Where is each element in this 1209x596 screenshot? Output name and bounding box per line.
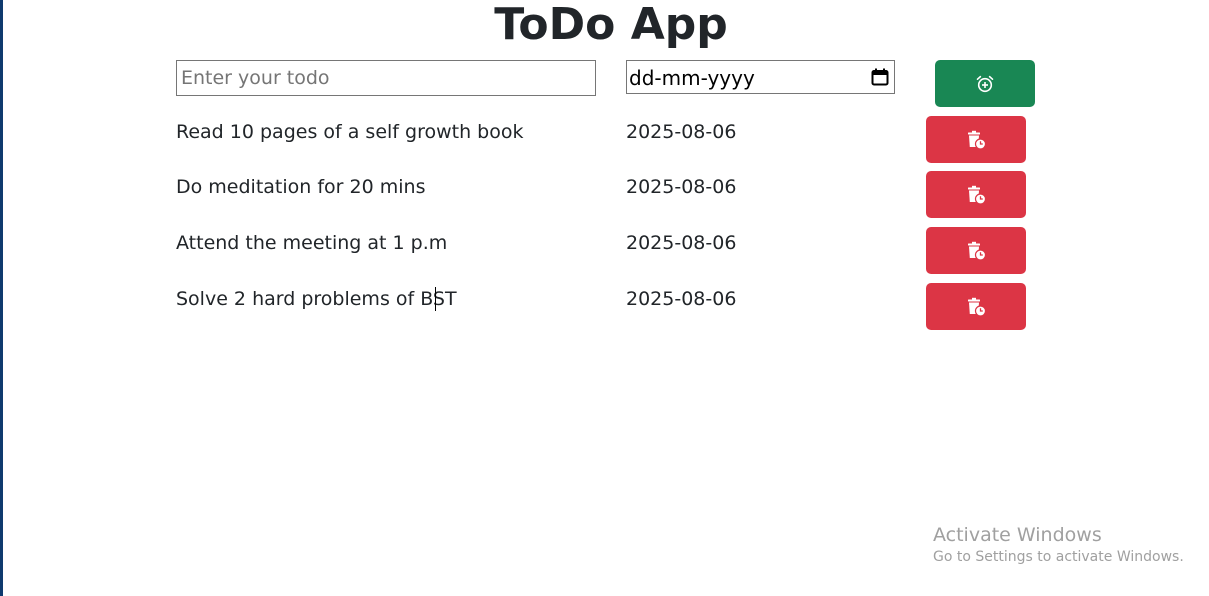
todo-name: Do meditation for 20 mins [176, 176, 426, 198]
todo-name: Read 10 pages of a self growth book [176, 121, 524, 143]
delete-todo-button[interactable] [926, 283, 1026, 330]
todo-input[interactable] [176, 60, 596, 96]
delete-todo-button[interactable] [926, 171, 1026, 218]
page-title: ToDo App [494, 0, 728, 50]
todo-date: 2025-08-06 [626, 288, 737, 310]
todo-row: Read 10 pages of a self growth book 2025… [0, 116, 1209, 163]
watermark-title: Activate Windows [933, 524, 1102, 546]
delete-reminder-icon [968, 297, 986, 317]
todo-date: 2025-08-06 [626, 232, 737, 254]
todo-row: Do meditation for 20 mins 2025-08-06 [0, 171, 1209, 218]
text-cursor [435, 287, 436, 311]
todo-row: Attend the meeting at 1 p.m 2025-08-06 [0, 227, 1209, 274]
todo-name: Solve 2 hard problems of BST [176, 288, 457, 310]
todo-date: 2025-08-06 [626, 121, 737, 143]
calendar-icon[interactable] [871, 68, 889, 86]
todo-row: Solve 2 hard problems of BST 2025-08-06 [0, 283, 1209, 330]
delete-reminder-icon [968, 241, 986, 261]
delete-reminder-icon [968, 185, 986, 205]
date-input[interactable]: dd-mm-yyyy [626, 60, 895, 94]
delete-todo-button[interactable] [926, 227, 1026, 274]
date-placeholder: dd-mm-yyyy [629, 66, 755, 90]
activate-windows-watermark: Activate Windows Go to Settings to activ… [933, 523, 1184, 567]
delete-todo-button[interactable] [926, 116, 1026, 163]
todo-date: 2025-08-06 [626, 176, 737, 198]
add-todo-button[interactable] [935, 60, 1035, 107]
todo-name: Attend the meeting at 1 p.m [176, 232, 448, 254]
alarm-plus-icon [976, 75, 994, 92]
delete-reminder-icon [968, 130, 986, 150]
watermark-subtitle: Go to Settings to activate Windows. [933, 549, 1184, 565]
